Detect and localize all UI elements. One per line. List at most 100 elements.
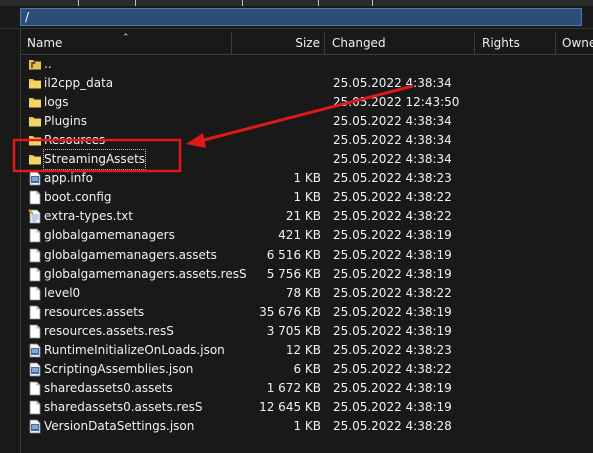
file-size: 35 676 KB: [259, 304, 321, 319]
file-size: 21 KB: [285, 209, 321, 224]
file-row[interactable]: resources.assets 35 676 KB 25.05.2022 4:38…: [21, 303, 593, 322]
json-file-icon: [28, 419, 42, 434]
json-file-icon: [28, 343, 42, 358]
file-size: 1 KB: [293, 171, 321, 186]
folder-icon: [28, 152, 42, 167]
file-size: 1 KB: [293, 418, 321, 433]
file-name: sharedassets0.assets.resS: [44, 399, 203, 414]
folder-icon: [28, 95, 42, 110]
file-row[interactable]: globalgamemanagers.assets 6 516 KB 25.05.2…: [21, 246, 593, 265]
file-changed-date: 25.05.2022 4:38:19: [333, 399, 452, 414]
file-icon: [28, 324, 42, 339]
file-changed-date: 25.05.2022 4:38:19: [333, 323, 452, 338]
file-icon: [28, 286, 42, 301]
file-row[interactable]: ScriptingAssemblies.json 6 KB 25.05.2022 4…: [21, 360, 593, 379]
file-name: logs: [44, 95, 69, 110]
file-name: VersionDataSettings.json: [44, 418, 195, 433]
file-size: 6 KB: [293, 361, 321, 376]
file-icon: [28, 381, 42, 396]
json-file-icon: [28, 362, 42, 377]
file-row[interactable]: globalgamemanagers 421 KB 25.05.2022 4:38:…: [21, 226, 593, 245]
file-row[interactable]: globalgamemanagers.assets.resS 5 756 KB 25…: [21, 265, 593, 284]
file-changed-date: 25.05.2022 4:38:22: [333, 209, 452, 224]
file-row[interactable]: sharedassets0.assets.resS 12 645 KB 25.05.…: [21, 398, 593, 417]
file-row[interactable]: app.info 1 KB 25.05.2022 4:38:23: [21, 169, 593, 188]
file-row[interactable]: level0 78 KB 25.05.2022 4:38:22: [21, 284, 593, 303]
file-name: level0: [44, 285, 81, 300]
text-file-icon: [28, 209, 42, 224]
info-file-icon: [28, 171, 42, 186]
folder-row[interactable]: Plugins 25.05.2022 4:38:34: [21, 112, 593, 131]
file-size: 3 705 KB: [266, 323, 321, 338]
file-name: Resources: [44, 133, 106, 148]
file-icon: [28, 190, 42, 205]
file-changed-date: 25.05.2022 4:38:19: [333, 304, 452, 319]
folder-row[interactable]: logs 25.05.2022 12:43:50: [21, 93, 593, 112]
column-header-name-label: Name: [27, 36, 63, 50]
column-header-owner[interactable]: Owne: [556, 32, 593, 54]
file-changed-date: 25.05.2022 4:38:28: [333, 418, 452, 433]
file-name: StreamingAssets: [42, 149, 147, 171]
file-size: 5 756 KB: [266, 266, 321, 281]
file-changed-date: 25.05.2022 4:38:22: [333, 190, 452, 205]
file-icon: [28, 305, 42, 320]
column-header-size-label: Size: [295, 36, 320, 50]
file-size: 1 KB: [293, 190, 321, 205]
column-header-size[interactable]: Size: [232, 32, 325, 54]
file-icon: [28, 400, 42, 415]
file-row[interactable]: boot.config 1 KB 25.05.2022 4:38:22: [21, 188, 593, 207]
file-size: 78 KB: [285, 285, 321, 300]
column-header-changed-label: Changed: [332, 36, 386, 50]
file-row[interactable]: resources.assets.resS 3 705 KB 25.05.2022 …: [21, 322, 593, 341]
path-input[interactable]: /: [20, 8, 582, 26]
file-name: resources.assets: [44, 304, 145, 319]
file-changed-date: 25.05.2022 12:43:50: [333, 95, 460, 110]
file-icon: [28, 228, 42, 243]
file-row[interactable]: extra-types.txt 21 KB 25.05.2022 4:38:22: [21, 207, 593, 226]
file-name: Plugins: [44, 114, 87, 129]
file-name: sharedassets0.assets: [44, 380, 173, 395]
file-name: globalgamemanagers.assets.resS: [44, 266, 247, 281]
file-name: boot.config: [44, 190, 112, 205]
file-name: il2cpp_data: [44, 76, 114, 91]
folder-row[interactable]: StreamingAssets 25.05.2022 4:38:34: [21, 149, 593, 171]
file-changed-date: 25.05.2022 4:38:22: [333, 361, 452, 376]
file-size: 1 672 KB: [266, 380, 321, 395]
file-changed-date: 25.05.2022 4:38:19: [333, 228, 452, 243]
file-size: 12 KB: [285, 342, 321, 357]
file-list-header: Name ⌃ Size Changed Rights Owne: [21, 32, 593, 55]
folder-row[interactable]: il2cpp_data 25.05.2022 4:38:34: [21, 74, 593, 93]
file-changed-date: 25.05.2022 4:38:34: [333, 76, 452, 91]
column-header-rights-label: Rights: [482, 36, 520, 50]
folder-icon: [28, 76, 42, 91]
file-name: RuntimeInitializeOnLoads.json: [44, 342, 225, 357]
sort-ascending-icon: ⌃: [122, 33, 130, 43]
folder-icon: [28, 133, 42, 148]
parent-dir-icon: [28, 57, 42, 72]
file-name: ..: [44, 57, 52, 71]
column-header-rights[interactable]: Rights: [475, 32, 556, 54]
folder-icon: [28, 114, 42, 129]
file-changed-date: 25.05.2022 4:38:34: [333, 114, 452, 129]
file-name: app.info: [44, 171, 93, 186]
file-icon: [28, 248, 42, 263]
column-header-owner-label: Owne: [562, 36, 593, 50]
file-changed-date: 25.05.2022 4:38:19: [333, 247, 452, 262]
file-changed-date: 25.05.2022 4:38:34: [333, 133, 452, 148]
file-changed-date: 25.05.2022 4:38:23: [333, 171, 452, 186]
folder-row[interactable]: ..: [21, 55, 593, 74]
file-changed-date: 25.05.2022 4:38:23: [333, 342, 452, 357]
file-changed-date: 25.05.2022 4:38:22: [333, 285, 452, 300]
file-size: 12 645 KB: [259, 399, 321, 414]
column-header-name[interactable]: Name ⌃: [21, 32, 232, 54]
file-row[interactable]: VersionDataSettings.json 1 KB 25.05.2022 4…: [21, 417, 593, 436]
column-header-changed[interactable]: Changed: [325, 32, 475, 54]
file-name: globalgamemanagers: [44, 228, 175, 243]
file-changed-date: 25.05.2022 4:38:34: [333, 152, 452, 167]
folder-row[interactable]: Resources 25.05.2022 4:38:34: [21, 131, 593, 150]
file-name: resources.assets.resS: [44, 323, 174, 338]
file-row[interactable]: sharedassets0.assets 1 672 KB 25.05.2022 4…: [21, 379, 593, 398]
file-changed-date: 25.05.2022 4:38:19: [333, 380, 452, 395]
file-row[interactable]: RuntimeInitializeOnLoads.json 12 KB 25.05.…: [21, 341, 593, 360]
file-name: extra-types.txt: [44, 209, 133, 224]
